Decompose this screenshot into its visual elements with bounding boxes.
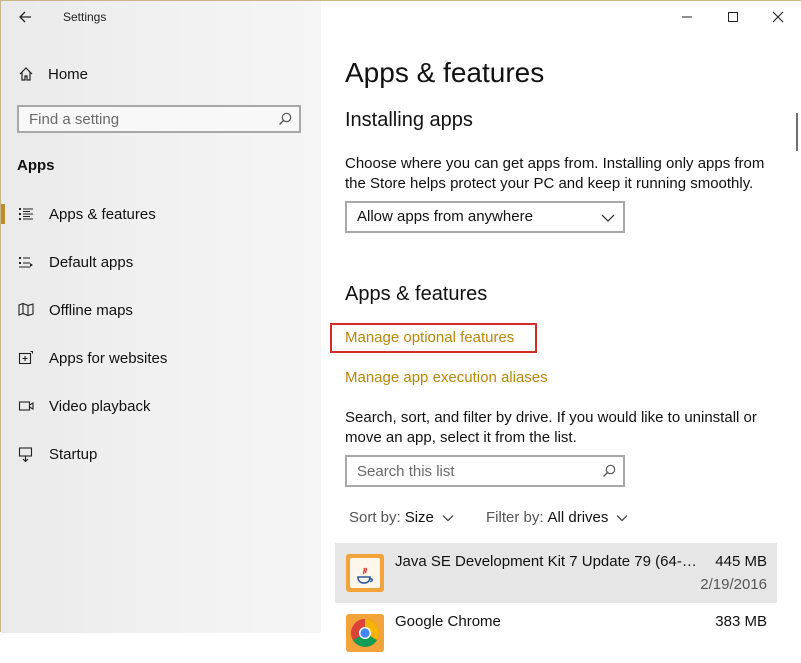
web-apps-icon bbox=[17, 349, 35, 367]
title-bar: Settings bbox=[1, 1, 321, 33]
sidebar-item-label: Startup bbox=[49, 445, 98, 463]
app-name: Java SE Development Kit 7 Update 79 (64-… bbox=[395, 553, 697, 570]
sidebar: Settings Home Apps Apps & features bbox=[1, 1, 321, 633]
maximize-button[interactable] bbox=[710, 1, 756, 33]
scrollbar-thumb[interactable] bbox=[796, 113, 798, 151]
filter-value: All drives bbox=[547, 509, 609, 526]
minimize-icon bbox=[682, 16, 692, 18]
chevron-down-icon bbox=[601, 214, 615, 222]
apps-search-box bbox=[345, 455, 625, 487]
app-name: Google Chrome bbox=[395, 613, 501, 630]
apps-features-heading: Apps & features bbox=[345, 283, 488, 305]
settings-search-input[interactable] bbox=[19, 107, 279, 131]
window-title: Settings bbox=[63, 10, 107, 24]
app-size: 445 MB bbox=[715, 553, 767, 570]
filter-label: Filter by: bbox=[486, 509, 544, 526]
app-list-item[interactable]: Google Chrome 383 MB bbox=[335, 603, 777, 663]
back-button[interactable] bbox=[13, 5, 37, 29]
sidebar-item-label: Apps & features bbox=[49, 205, 156, 223]
installing-apps-heading: Installing apps bbox=[345, 109, 473, 131]
chevron-down-icon bbox=[616, 514, 628, 521]
sidebar-item-label: Default apps bbox=[49, 253, 134, 271]
list-icon bbox=[17, 205, 35, 223]
chevron-down-icon bbox=[442, 514, 454, 521]
close-icon bbox=[772, 11, 784, 23]
back-arrow-icon bbox=[19, 11, 31, 23]
video-icon bbox=[17, 397, 35, 415]
installing-apps-description: Choose where you can get apps from. Inst… bbox=[345, 155, 765, 192]
sidebar-item-video-playback[interactable]: Video playback bbox=[1, 386, 321, 426]
main-content: Apps & features Installing apps Choose w… bbox=[321, 1, 801, 652]
app-date: 2/19/2016 bbox=[700, 576, 767, 593]
dropdown-value: Allow apps from anywhere bbox=[357, 208, 533, 225]
java-icon bbox=[346, 554, 384, 592]
sort-dropdown[interactable]: Sort by: Size bbox=[349, 509, 454, 526]
apps-list-description: Search, sort, and filter by drive. If yo… bbox=[345, 409, 757, 446]
close-button[interactable] bbox=[755, 1, 801, 33]
app-size: 383 MB bbox=[715, 613, 767, 630]
home-icon bbox=[17, 65, 35, 83]
sidebar-item-apps-features[interactable]: Apps & features bbox=[1, 194, 321, 234]
sidebar-item-apps-for-websites[interactable]: Apps for websites bbox=[1, 338, 321, 378]
sort-label: Sort by: bbox=[349, 509, 401, 526]
app-list-item[interactable]: Java SE Development Kit 7 Update 79 (64-… bbox=[335, 543, 777, 603]
apps-search-input[interactable] bbox=[347, 457, 597, 485]
minimize-button[interactable] bbox=[664, 1, 710, 33]
settings-search-box bbox=[17, 105, 301, 133]
sidebar-item-label: Offline maps bbox=[49, 301, 133, 319]
search-icon[interactable] bbox=[277, 111, 293, 127]
sidebar-item-label: Apps for websites bbox=[49, 349, 168, 367]
home-label: Home bbox=[48, 65, 89, 83]
manage-optional-features-link[interactable]: Manage optional features bbox=[345, 329, 514, 346]
install-source-dropdown[interactable]: Allow apps from anywhere bbox=[345, 201, 625, 233]
map-icon bbox=[17, 301, 35, 319]
selection-indicator bbox=[1, 204, 5, 224]
maximize-icon bbox=[728, 12, 738, 22]
page-title: Apps & features bbox=[345, 57, 545, 88]
filter-dropdown[interactable]: Filter by: All drives bbox=[486, 509, 628, 526]
home-nav-item[interactable]: Home bbox=[17, 61, 88, 87]
sort-value: Size bbox=[404, 509, 434, 526]
sidebar-item-label: Video playback bbox=[49, 397, 151, 415]
sidebar-item-offline-maps[interactable]: Offline maps bbox=[1, 290, 321, 330]
search-icon[interactable] bbox=[601, 463, 617, 479]
startup-icon bbox=[17, 445, 35, 463]
sidebar-item-startup[interactable]: Startup bbox=[1, 434, 321, 474]
sidebar-item-default-apps[interactable]: Default apps bbox=[1, 242, 321, 282]
window-frame: Settings Home Apps Apps & features bbox=[0, 0, 801, 652]
manage-execution-aliases-link[interactable]: Manage app execution aliases bbox=[345, 369, 548, 386]
chrome-icon bbox=[346, 614, 384, 652]
sidebar-section-apps: Apps bbox=[17, 157, 55, 174]
default-apps-icon bbox=[17, 253, 35, 271]
